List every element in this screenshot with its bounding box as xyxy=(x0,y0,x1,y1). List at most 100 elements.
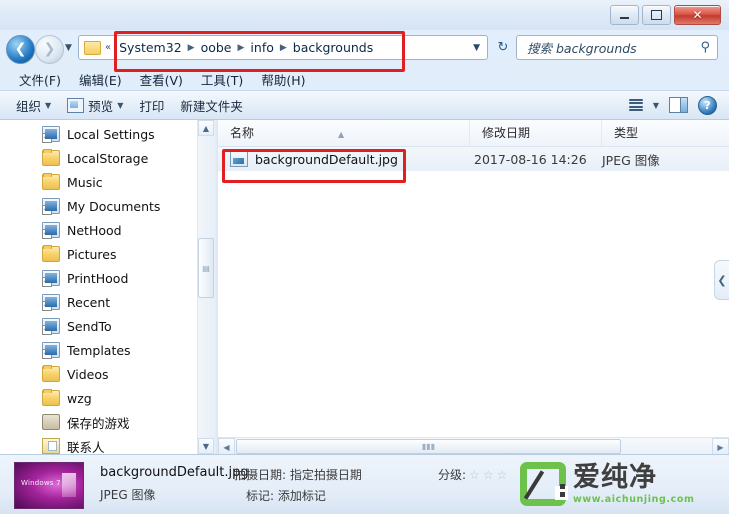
forward-button[interactable]: ❯ xyxy=(35,35,64,64)
address-bar[interactable]: « System32 ▶ oobe ▶ info ▶ backgrounds ▼ xyxy=(78,35,488,60)
tree-item-printhood[interactable]: PrintHood xyxy=(0,266,214,290)
star-icon[interactable]: ☆ xyxy=(497,468,508,482)
change-view-icon[interactable] xyxy=(628,99,643,111)
tree-item-label: SendTo xyxy=(67,318,112,334)
rating-label: 分级: xyxy=(438,468,467,482)
breadcrumb-backgrounds[interactable]: backgrounds xyxy=(289,38,377,57)
preview-pane-icon[interactable] xyxy=(669,97,688,113)
file-type-cell: JPEG 图像 xyxy=(602,152,660,168)
tree-item-wzg[interactable]: wzg xyxy=(0,386,214,410)
file-list-horizontal-scrollbar[interactable]: ◀ ▮▮▮ ▶ xyxy=(218,437,729,455)
jpeg-file-icon xyxy=(230,151,248,167)
back-button[interactable]: ❮ xyxy=(6,35,35,64)
folder-icon xyxy=(84,40,101,55)
restore-icon xyxy=(651,10,662,20)
refresh-button[interactable]: ↻ xyxy=(494,38,512,57)
minimize-icon xyxy=(620,17,629,19)
column-headers: 名称 ▲ 修改日期 类型 xyxy=(218,120,729,147)
menu-view[interactable]: 查看(V) xyxy=(131,68,192,91)
column-header-name[interactable]: 名称 ▲ xyxy=(218,120,470,146)
collapse-preview-pane-button[interactable]: ❮ xyxy=(714,260,729,300)
breadcrumb-system32[interactable]: System32 xyxy=(115,38,186,57)
scroll-up-icon[interactable]: ▲ xyxy=(198,120,214,136)
menu-edit[interactable]: 编辑(E) xyxy=(70,68,131,91)
preview-button[interactable]: 预览 ▼ xyxy=(59,93,131,118)
search-input[interactable]: 搜索 backgrounds ⚲ xyxy=(516,35,718,60)
organize-button[interactable]: 组织 ▼ xyxy=(8,93,59,118)
breadcrumb-separator[interactable]: ▶ xyxy=(236,43,247,53)
chevron-down-icon[interactable]: ▼ xyxy=(653,101,659,110)
organize-label: 组织 xyxy=(16,98,42,114)
navigation-pane-scrollbar[interactable]: ▲ ▤ ▼ xyxy=(197,120,214,454)
title-bar: ✕ xyxy=(0,0,729,30)
details-shot-date[interactable]: 拍摄日期: 指定拍摄日期 xyxy=(234,466,362,483)
thumbnail-caption: Windows 7 xyxy=(21,479,61,487)
saved-games-icon xyxy=(42,414,60,430)
file-name-cell[interactable]: backgroundDefault.jpg xyxy=(218,151,470,167)
tree-item-videos[interactable]: Videos xyxy=(0,362,214,386)
scroll-down-icon[interactable]: ▼ xyxy=(198,438,214,454)
tree-item-sendto[interactable]: SendTo xyxy=(0,314,214,338)
column-header-type[interactable]: 类型 xyxy=(602,120,712,146)
search-placeholder: 搜索 backgrounds xyxy=(527,41,637,56)
folder-tree: Local Settings LocalStorage Music My Doc… xyxy=(0,120,214,454)
tree-item-label: 联系人 xyxy=(67,439,105,455)
column-header-date[interactable]: 修改日期 xyxy=(470,120,602,146)
recent-pages-dropdown[interactable]: ▼ xyxy=(65,43,72,53)
site-watermark: 爱纯净 www.aichunjing.com xyxy=(520,457,725,511)
tree-item-saved-games[interactable]: 保存的游戏 xyxy=(0,410,214,434)
hscrollbar-thumb[interactable]: ▮▮▮ xyxy=(236,438,621,454)
print-button[interactable]: 打印 xyxy=(131,93,172,118)
menu-file[interactable]: 文件(F) xyxy=(10,68,70,91)
tree-item-local-settings[interactable]: Local Settings xyxy=(0,122,214,146)
star-icon[interactable]: ☆ xyxy=(483,468,494,482)
tree-item-templates[interactable]: Templates xyxy=(0,338,214,362)
breadcrumb-oobe[interactable]: oobe xyxy=(197,38,236,57)
help-icon[interactable]: ? xyxy=(698,95,717,115)
minimize-button[interactable] xyxy=(610,5,639,25)
system-shortcut-icon xyxy=(42,342,60,359)
tree-item-label: Videos xyxy=(67,366,109,382)
aichunjing-logo-icon xyxy=(520,462,568,506)
menu-help[interactable]: 帮助(H) xyxy=(252,68,314,91)
scroll-left-icon[interactable]: ◀ xyxy=(218,437,235,455)
details-file-type: JPEG 图像 xyxy=(100,488,156,502)
contacts-icon xyxy=(42,438,60,454)
tree-item-label: Templates xyxy=(67,342,131,358)
scroll-right-icon[interactable]: ▶ xyxy=(712,437,729,455)
tree-item-label: My Documents xyxy=(67,198,161,214)
details-rating[interactable]: 分级: ☆ ☆ ☆ xyxy=(438,466,507,483)
path-overflow-icon[interactable]: « xyxy=(105,42,111,53)
tree-item-my-documents[interactable]: My Documents xyxy=(0,194,214,218)
tree-item-contacts[interactable]: 联系人 xyxy=(0,434,214,454)
breadcrumb-separator[interactable]: ▶ xyxy=(278,43,289,53)
tree-item-pictures[interactable]: Pictures xyxy=(0,242,214,266)
tree-item-music[interactable]: Music xyxy=(0,170,214,194)
chevron-down-icon: ▼ xyxy=(45,100,52,110)
close-button[interactable]: ✕ xyxy=(674,5,721,25)
menu-bar: 文件(F) 编辑(E) 查看(V) 工具(T) 帮助(H) xyxy=(0,68,729,90)
tree-item-localstorage[interactable]: LocalStorage xyxy=(0,146,214,170)
menu-tools[interactable]: 工具(T) xyxy=(192,68,252,91)
scrollbar-thumb[interactable]: ▤ xyxy=(198,238,214,298)
star-icon[interactable]: ☆ xyxy=(469,468,480,482)
preview-label: 预览 xyxy=(88,98,114,114)
folder-icon xyxy=(42,173,60,190)
tree-item-nethood[interactable]: NetHood xyxy=(0,218,214,242)
breadcrumb-separator[interactable]: ▶ xyxy=(186,43,197,53)
tree-item-recent[interactable]: Recent xyxy=(0,290,214,314)
system-shortcut-icon xyxy=(42,222,60,239)
details-tags[interactable]: 标记: 添加标记 xyxy=(246,487,326,504)
new-folder-label: 新建文件夹 xyxy=(180,98,243,114)
breadcrumb-info[interactable]: info xyxy=(246,38,277,57)
column-header-name-label: 名称 xyxy=(230,126,255,140)
restore-button[interactable] xyxy=(642,5,671,25)
tree-item-label: Local Settings xyxy=(67,126,155,142)
sort-ascending-icon: ▲ xyxy=(338,130,345,139)
forward-icon: ❯ xyxy=(43,41,56,57)
new-folder-button[interactable]: 新建文件夹 xyxy=(172,93,251,118)
table-row[interactable]: backgroundDefault.jpg 2017-08-16 14:26 J… xyxy=(218,147,729,171)
explorer-window: ✕ ❮ ❯ ▼ « System32 ▶ oobe ▶ info ▶ backg… xyxy=(0,0,729,514)
breadcrumb: System32 ▶ oobe ▶ info ▶ backgrounds xyxy=(115,38,377,57)
chevron-down-icon[interactable]: ▼ xyxy=(473,43,480,53)
